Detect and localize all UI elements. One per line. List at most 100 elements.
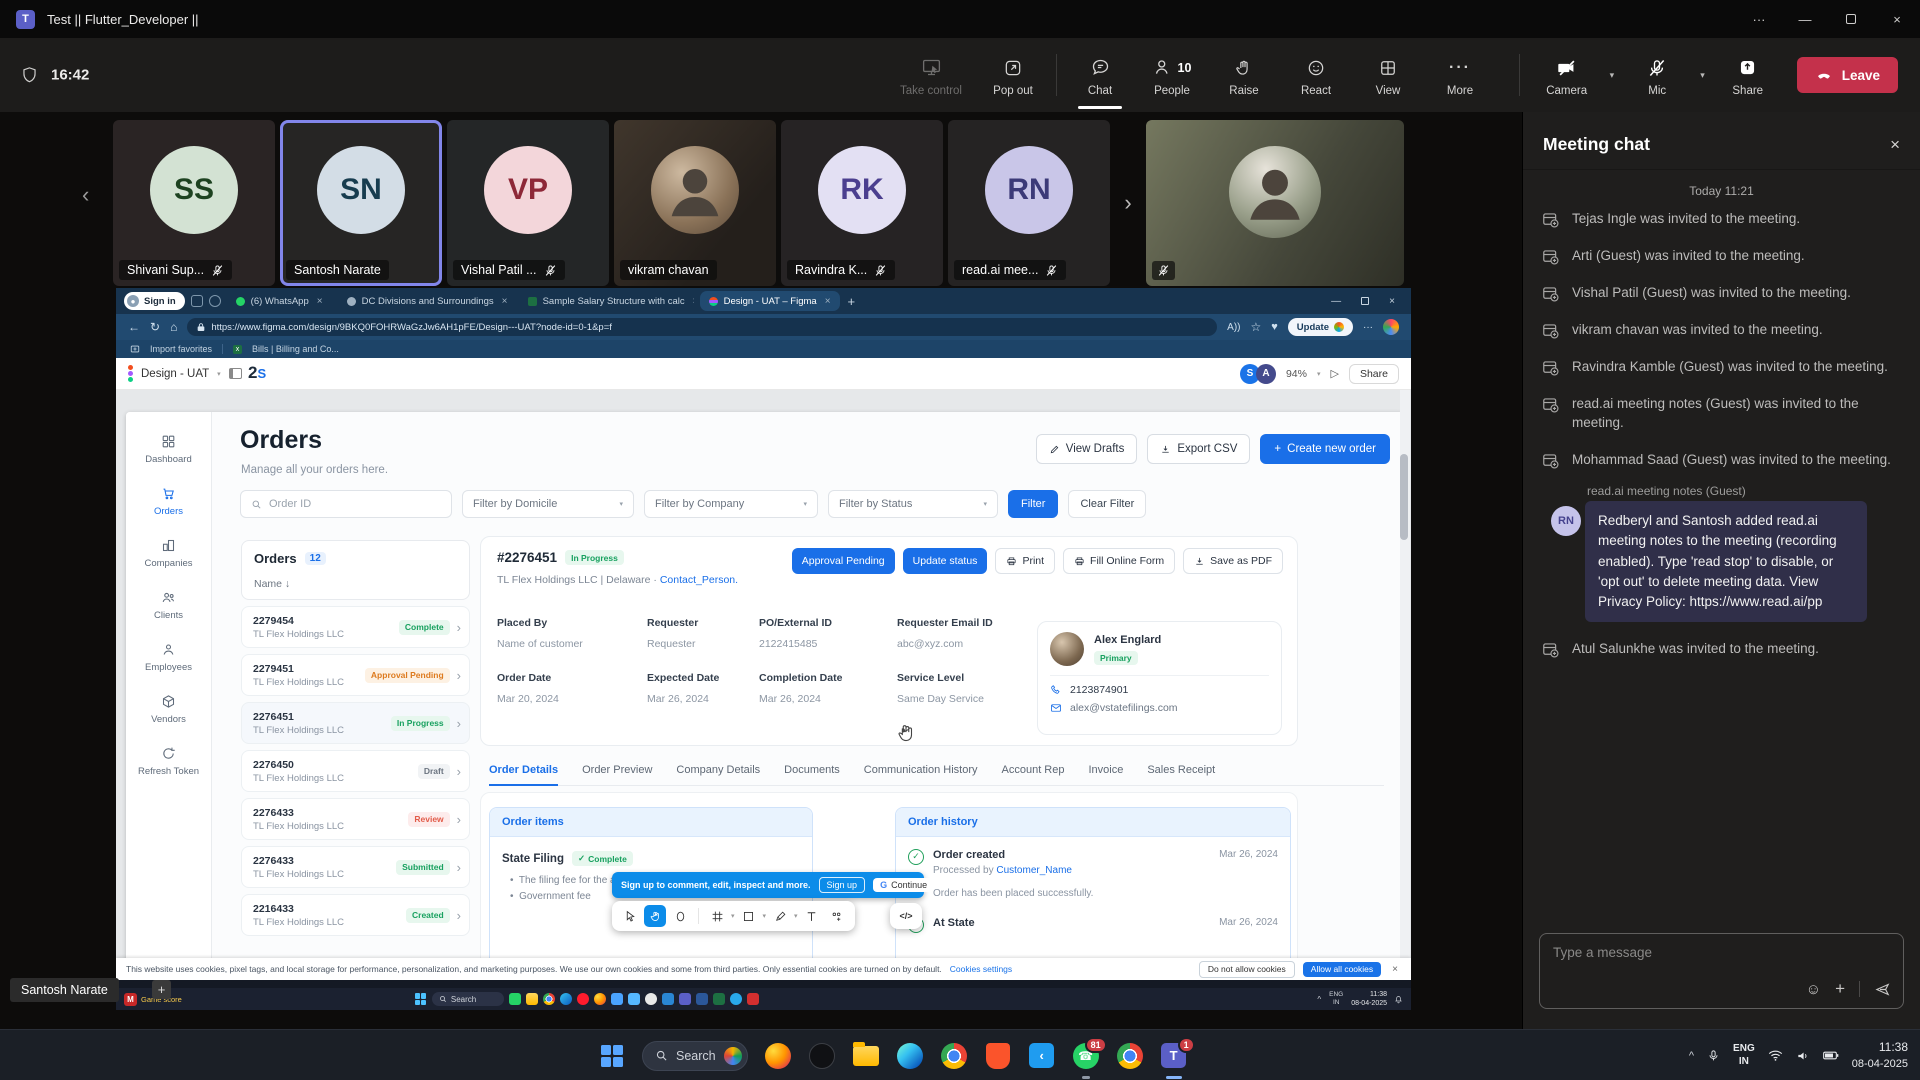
update-status-button[interactable]: Update status [903,548,988,574]
approval-pending-button[interactable]: Approval Pending [792,548,895,574]
view-button[interactable]: View [1355,54,1421,97]
order-row[interactable]: 2279451TL Flex Holdings LLCApproval Pend… [241,654,470,696]
sidebar-item-clients[interactable]: Clients [154,590,183,621]
zoom-level[interactable]: 94% [1286,368,1307,380]
scrollbar-thumb[interactable] [1400,454,1408,540]
filter-status-select[interactable]: Filter by Status▾ [828,490,998,518]
vscode-icon[interactable] [662,993,674,1005]
whatsapp-icon[interactable] [509,993,521,1005]
tray-expand-icon[interactable]: ^ [1317,995,1321,1004]
sidebar-item-dashboard[interactable]: Dashboard [145,434,191,465]
new-tab-icon[interactable]: + [848,294,856,309]
browser-minimize-icon[interactable]: — [1331,296,1341,307]
hand-tool-icon-active[interactable] [644,905,666,927]
tray-expand-icon[interactable]: ^ [1689,1050,1694,1062]
browser-tab[interactable]: DC Divisions and Surroundings× [338,291,513,311]
cookies-settings-link[interactable]: Cookies settings [950,964,1012,974]
figma-signup-button[interactable]: Sign up [819,877,866,893]
edge-icon[interactable] [896,1042,924,1070]
word-icon[interactable] [696,993,708,1005]
create-new-order-button[interactable]: + Create new order [1260,434,1390,464]
contact-person-link[interactable]: Contact_Person. [660,574,738,586]
filter-clear-button[interactable]: Clear Filter [1068,490,1146,518]
notification-icon[interactable] [1394,995,1403,1004]
store-icon[interactable] [628,993,640,1005]
tab-communication-history[interactable]: Communication History [864,764,978,776]
tab-account-rep[interactable]: Account Rep [1002,764,1065,776]
text-tool-icon[interactable] [801,905,823,927]
read-aloud-icon[interactable]: A)) [1227,322,1240,333]
mic-button[interactable]: Mic [1624,54,1690,97]
edge-icon[interactable] [560,993,572,1005]
browser-more-icon[interactable]: ··· [1363,322,1373,333]
frame-tool-icon[interactable] [706,905,728,927]
allow-cookies-button[interactable]: Allow all cookies [1303,962,1381,977]
browser-close-icon[interactable]: × [1389,296,1395,307]
workspaces-icon[interactable] [191,295,203,307]
sidebar-item-companies[interactable]: Companies [144,538,192,569]
participants-scroll-right-icon[interactable]: › [1115,120,1141,286]
print-button[interactable]: Print [995,548,1055,574]
opera-icon[interactable] [577,993,589,1005]
participant-tile[interactable]: vikram chavan [614,120,776,286]
explorer-icon[interactable] [526,993,538,1005]
url-field[interactable]: https://www.figma.com/design/9BKQ0FOHRWa… [187,318,1217,336]
mail-icon[interactable] [611,993,623,1005]
page-scrollbar[interactable] [1400,390,1410,958]
tab-close-icon[interactable]: × [317,296,323,307]
figma-file-name[interactable]: Design - UAT [141,368,209,380]
participant-tile[interactable]: SS Shivani Sup... [113,120,275,286]
battery-icon[interactable] [1823,1050,1839,1061]
present-icon[interactable]: ▷ [1331,367,1339,380]
firefox-icon[interactable] [764,1042,792,1070]
sidebar-item-employees[interactable]: Employees [145,642,192,673]
favorite-star-icon[interactable]: ☆ [1251,320,1262,334]
tray-language[interactable]: ENG IN [1328,991,1344,1007]
people-button[interactable]: 10 People [1139,54,1205,97]
browser-essentials-icon[interactable]: ♥ [1271,321,1278,333]
acrobat-icon[interactable] [747,993,759,1005]
chat-button[interactable]: Chat [1067,54,1133,97]
share-button[interactable]: Share [1715,54,1781,97]
mic-options-chevron-icon[interactable]: ▾ [1700,70,1705,81]
order-row[interactable]: 2276433TL Flex Holdings LLCSubmitted› [241,846,470,888]
tab-order-details[interactable]: Order Details [489,764,558,776]
filter-company-select[interactable]: Filter by Company▾ [644,490,818,518]
start-icon[interactable] [415,993,427,1005]
start-button[interactable] [598,1042,626,1070]
participant-tile[interactable]: RN read.ai mee... [948,120,1110,286]
react-button[interactable]: React [1283,54,1349,97]
participant-tile[interactable] [1146,120,1404,286]
google-continue-button[interactable]: GContinue [873,878,934,892]
participant-tile-speaking[interactable]: SN Santosh Narate [280,120,442,286]
export-csv-button[interactable]: Export CSV [1147,434,1250,464]
wifi-icon[interactable] [1768,1049,1783,1062]
move-tool-icon[interactable] [619,905,641,927]
chat-input[interactable]: Type a message ☺ + [1539,933,1904,1009]
tab-close-icon[interactable]: × [693,296,694,307]
browser-tab[interactable]: Sample Salary Structure with calc× [519,291,694,311]
pop-out-button[interactable]: Pop out [980,54,1046,97]
copilot-icon[interactable] [209,295,221,307]
layout-panel-icon[interactable] [229,368,242,379]
sidebar-item-orders[interactable]: Orders [154,486,183,517]
chrome-icon[interactable] [940,1042,968,1070]
firefox-icon[interactable] [594,993,606,1005]
order-row-selected[interactable]: 2276451TL Flex Holdings LLCIn Progress› [241,702,470,744]
home-icon[interactable]: ⌂ [170,320,177,334]
components-tool-icon[interactable] [826,905,848,927]
save-as-pdf-button[interactable]: Save as PDF [1183,548,1283,574]
chrome-icon[interactable] [543,993,555,1005]
sidebar-item-refresh-token[interactable]: Refresh Token [138,746,199,777]
figma-share-button[interactable]: Share [1349,364,1399,384]
language-switcher[interactable]: ENGIN [1733,1043,1755,1068]
file-menu-chevron-icon[interactable]: ▾ [217,370,221,378]
window-more-icon[interactable]: ··· [1736,0,1782,38]
tab-sales-receipt[interactable]: Sales Receipt [1147,764,1215,776]
deny-cookies-button[interactable]: Do not allow cookies [1199,961,1295,978]
send-icon[interactable] [1874,981,1891,998]
camera-button[interactable]: Camera [1534,54,1600,97]
tray-clock[interactable]: 11:3808-04-2025 [1351,990,1387,1008]
excel-icon[interactable] [713,993,725,1005]
order-row[interactable]: 2216433TL Flex Holdings LLCCreated› [241,894,470,936]
